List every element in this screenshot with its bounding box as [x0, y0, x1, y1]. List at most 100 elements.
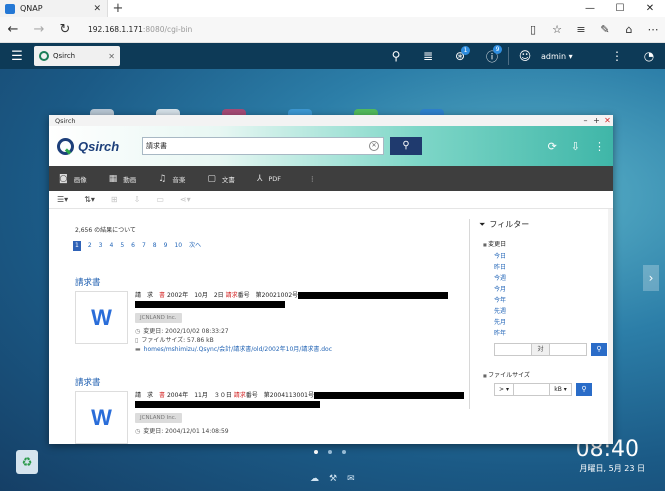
refresh-index-icon[interactable]: ⟳ — [548, 140, 557, 153]
user-avatar-icon[interactable]: ☺ — [509, 49, 541, 63]
next-page-link[interactable]: 次へ — [189, 241, 201, 251]
modified-date-text: 変更日: 2002/10/02 08:33:27 — [143, 328, 229, 335]
qsirch-window: Qsirch – + ✕ Qsirch 請求書 ✕ ⚲ ⟳ ⇩ ⋮ ◙ 画像 ▦ 動… — [49, 115, 613, 444]
tab-documents[interactable]: ▢ 文書 — [207, 174, 235, 184]
page-link[interactable]: 7 — [142, 241, 146, 251]
forward-arrow-icon[interactable]: → — [26, 22, 52, 37]
size-unit-select[interactable]: kB ▾ — [550, 383, 572, 396]
browser-tab[interactable]: QNAP ✕ — [0, 0, 108, 17]
tab-music[interactable]: ♫ 音楽 — [158, 174, 185, 184]
back-arrow-icon[interactable]: ← — [0, 22, 26, 37]
window-close-button[interactable]: ✕ — [602, 115, 613, 126]
page-link[interactable]: 6 — [131, 241, 135, 251]
pdf-icon: ⅄ — [256, 173, 263, 184]
notification-icon[interactable]: ⓘ 9 — [476, 44, 508, 65]
page-link[interactable]: 1 — [73, 241, 81, 251]
share-icon[interactable]: ⋖▾ — [180, 195, 191, 204]
search-input[interactable]: 請求書 ✕ — [142, 137, 384, 155]
page-dot[interactable] — [328, 450, 332, 454]
main-menu-icon[interactable]: ☰ — [0, 49, 34, 64]
url-path: :8080/cgi-bin — [142, 25, 193, 34]
search-icon[interactable]: ⚲ — [380, 49, 412, 63]
tab-videos[interactable]: ▦ 動画 — [109, 174, 137, 184]
dashboard-gauge-icon[interactable]: ◔ — [633, 49, 665, 63]
favorite-star-icon[interactable]: ☆ — [545, 23, 569, 36]
user-menu[interactable]: admin ▾ — [541, 52, 601, 61]
results-scrollbar[interactable] — [608, 209, 613, 444]
page-link[interactable]: 4 — [109, 241, 113, 251]
date-range-search-button[interactable]: ⚲ — [591, 343, 607, 356]
tab-label: 文書 — [221, 175, 235, 184]
next-desktop-arrow-icon[interactable]: › — [643, 265, 659, 291]
window-maximize-button[interactable]: + — [591, 115, 602, 126]
new-tab-button[interactable]: + — [108, 1, 128, 16]
download-icon[interactable]: ⇩ — [571, 140, 580, 153]
more-options-icon[interactable]: ⋮ — [601, 49, 633, 63]
recycle-bin-icon[interactable]: ♻ — [16, 450, 38, 474]
word-document-icon[interactable]: W — [75, 391, 128, 444]
size-operator-select[interactable]: > ▾ — [494, 383, 514, 396]
url-field[interactable]: 192.168.1.171:8080/cgi-bin — [88, 25, 521, 34]
sort-icon[interactable]: ⇅▾ — [84, 195, 95, 204]
page-dot[interactable] — [314, 450, 318, 454]
download-selected-icon[interactable]: ⇩ — [134, 195, 141, 204]
select-icon[interactable]: ⊞ — [111, 195, 118, 204]
date-from-input[interactable] — [494, 343, 532, 356]
date-to-input[interactable] — [549, 343, 587, 356]
clear-search-icon[interactable]: ✕ — [369, 141, 379, 151]
modified-options: 今日 昨日 今週 今月 今年 先週 先月 昨年 — [494, 251, 609, 339]
result-snippet: 請 求 書 2004年 11月 ３０日 請求番号 第2004113001号 JC… — [135, 391, 464, 436]
tab-images[interactable]: ◙ 画像 — [59, 174, 87, 184]
tab-pdf[interactable]: ⅄ PDF — [257, 174, 281, 184]
web-note-icon[interactable]: ✎ — [593, 23, 617, 36]
minimize-button[interactable]: — — [575, 3, 605, 14]
file-size: ▯ ファイルサイズ: 57.86 kB — [135, 336, 448, 345]
background-task-icon[interactable]: ≣ — [412, 49, 444, 63]
cloud-icon[interactable]: ☁ — [310, 474, 319, 484]
filter-option[interactable]: 先週 — [494, 306, 609, 317]
size-search-button[interactable]: ⚲ — [576, 383, 592, 396]
qsirch-app-tab[interactable]: Qsirch ✕ — [34, 46, 120, 66]
more-menu-icon[interactable]: ⋯ — [641, 23, 665, 36]
window-minimize-button[interactable]: – — [580, 115, 591, 126]
result-title[interactable]: 請求書 — [75, 376, 101, 388]
filter-option[interactable]: 今週 — [494, 273, 609, 284]
filter-option[interactable]: 今日 — [494, 251, 609, 262]
page-link[interactable]: 2 — [88, 241, 92, 251]
page-link[interactable]: 10 — [174, 241, 182, 251]
tab-close-icon[interactable]: ✕ — [93, 4, 101, 14]
snippet-highlight: 請求 — [233, 392, 246, 399]
tab-label: 画像 — [73, 175, 87, 184]
app-tab-close-icon[interactable]: ✕ — [108, 52, 115, 61]
word-document-icon[interactable]: W — [75, 291, 128, 344]
close-window-button[interactable]: ✕ — [635, 3, 665, 14]
filter-option[interactable]: 昨年 — [494, 328, 609, 339]
settings-menu-icon[interactable]: ⋮ — [594, 140, 605, 153]
maximize-button[interactable]: ☐ — [605, 3, 635, 14]
search-button[interactable]: ⚲ — [390, 137, 422, 155]
page-link[interactable]: 3 — [99, 241, 103, 251]
page-dot[interactable] — [342, 450, 346, 454]
external-device-icon[interactable]: ⊛ 1 — [444, 46, 476, 63]
page-link[interactable]: 8 — [153, 241, 157, 251]
favorites-hub-icon[interactable]: ≡ — [569, 23, 593, 36]
filter-option[interactable]: 先月 — [494, 317, 609, 328]
open-folder-icon[interactable]: ▭ — [156, 195, 164, 204]
file-path-link[interactable]: homes/mshimizu/.Qsync/会計/請求書/old/2002年10… — [144, 346, 332, 353]
reading-view-icon[interactable]: ▯ — [521, 23, 545, 36]
size-value-input[interactable] — [514, 383, 550, 396]
page-link[interactable]: 9 — [164, 241, 168, 251]
filter-option[interactable]: 今月 — [494, 284, 609, 295]
filter-option[interactable]: 昨日 — [494, 262, 609, 273]
share-icon[interactable]: ⌂ — [617, 23, 641, 36]
snippet-text: 2002年 10月 2日 — [165, 292, 226, 299]
page-link[interactable]: 5 — [120, 241, 124, 251]
more-tabs-button[interactable]: ⋮ — [309, 175, 316, 183]
filter-option[interactable]: 今年 — [494, 295, 609, 306]
clock-icon: ◷ — [135, 428, 141, 435]
feedback-icon[interactable]: ✉ — [347, 474, 355, 484]
refresh-icon[interactable]: ↻ — [52, 22, 78, 37]
tools-icon[interactable]: ⚒ — [329, 474, 337, 484]
list-view-icon[interactable]: ☰▾ — [57, 195, 68, 204]
result-title[interactable]: 請求書 — [75, 276, 101, 288]
